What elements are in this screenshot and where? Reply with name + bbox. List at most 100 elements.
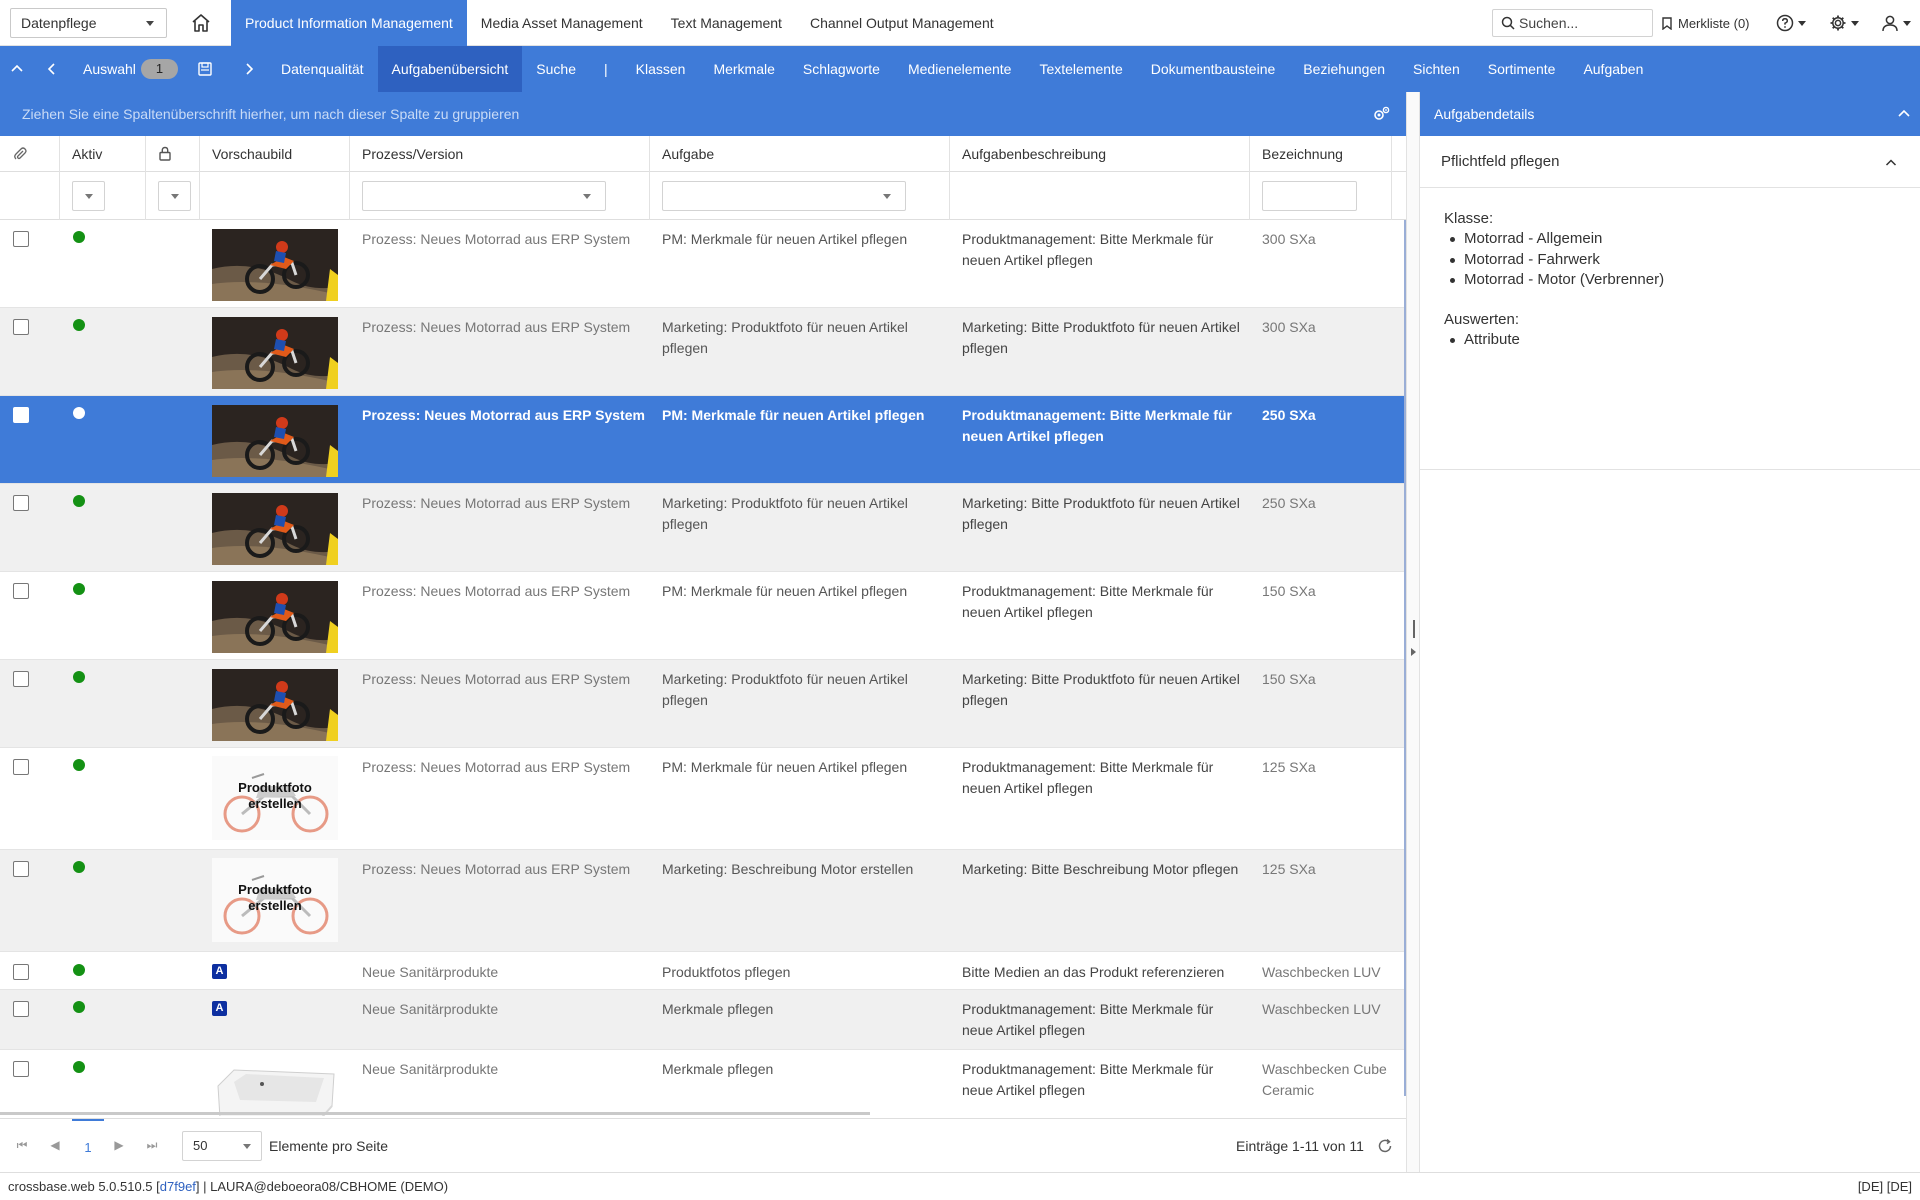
auswerten-list: Attribute (1444, 330, 1920, 351)
sub-nav-link[interactable]: Klassen (622, 46, 700, 92)
sub-nav-link[interactable]: Merkmale (699, 46, 788, 92)
details-section-header[interactable]: Pflichtfeld pflegen (1420, 136, 1920, 188)
row-checkbox[interactable] (13, 583, 29, 599)
current-page[interactable]: 1 (72, 1119, 104, 1173)
beschreibung-cell: Produktmanagement: Bitte Merkmale für ne… (962, 1001, 1214, 1038)
column-header-bezeichnung[interactable]: Bezeichnung (1250, 136, 1392, 172)
merkliste-button[interactable]: Merkliste (0) (1662, 13, 1750, 33)
refresh-icon[interactable] (1376, 1137, 1394, 1155)
prozess-filter-select[interactable] (362, 181, 606, 211)
prev-page-icon[interactable]: ◀ (45, 1135, 65, 1155)
row-checkbox[interactable] (13, 759, 29, 775)
sub-nav-link[interactable]: Schlagworte (789, 46, 894, 92)
column-header-vorschaubild[interactable]: Vorschaubild (200, 136, 350, 172)
table-row[interactable]: Neue Sanitärprodukte Merkmale pflegen Prod… (0, 1050, 1406, 1116)
horizontal-scrollbar[interactable] (0, 1112, 870, 1115)
sub-nav-link[interactable]: Dokumentbausteine (1137, 46, 1290, 92)
motorcycle-thumbnail[interactable] (212, 317, 338, 389)
table-row[interactable]: Produktfoto erstellen Prozess: Neues Motor… (0, 748, 1406, 850)
search-input[interactable] (1519, 13, 1649, 33)
photo-placeholder-thumbnail[interactable]: Produktfoto erstellen (212, 858, 338, 942)
collapse-up-icon[interactable] (8, 60, 26, 78)
sub-nav-link[interactable]: Datenqualität (267, 46, 378, 92)
save-icon[interactable] (196, 60, 214, 78)
sub-nav-link[interactable]: Medienelemente (894, 46, 1026, 92)
global-search[interactable] (1492, 9, 1653, 37)
user-menu-button[interactable] (1881, 12, 1911, 34)
module-tab[interactable]: Channel Output Management (796, 0, 1008, 46)
table-row[interactable]: Produktfoto erstellen Prozess: Neues Motor… (0, 850, 1406, 952)
group-drop-zone[interactable]: Ziehen Sie eine Spaltenüberschrift hierh… (0, 92, 1406, 136)
column-header-beschreibung[interactable]: Aufgabenbeschreibung (950, 136, 1250, 172)
row-checkbox[interactable] (13, 861, 29, 877)
details-panel-header[interactable]: Aufgabendetails (1420, 92, 1920, 136)
aufgabe-cell: Marketing: Produktfoto für neuen Artikel… (662, 319, 908, 356)
row-checkbox[interactable] (13, 231, 29, 247)
chevron-left-icon[interactable] (43, 60, 61, 78)
sub-nav-link[interactable]: Aufgaben (1569, 46, 1657, 92)
table-row[interactable]: Prozess: Neues Motorrad aus ERP System Ma… (0, 308, 1406, 396)
module-tab[interactable]: Media Asset Management (467, 0, 657, 46)
table-row[interactable]: A Neue Sanitärprodukte Produktfotos pflege… (0, 952, 1406, 990)
table-row[interactable]: Prozess: Neues Motorrad aus ERP System Ma… (0, 660, 1406, 748)
lock-filter-dropdown[interactable] (158, 181, 191, 211)
column-header-aktiv[interactable]: Aktiv (60, 136, 146, 172)
motorcycle-thumbnail[interactable] (212, 229, 338, 301)
attachment-column-header[interactable] (0, 136, 60, 172)
first-page-icon[interactable]: ⏮ (12, 1135, 32, 1155)
sub-nav-link[interactable]: Aufgabenübersicht (377, 46, 523, 92)
workspace-select[interactable]: Datenpflege (10, 8, 167, 38)
lock-column-header[interactable] (146, 136, 200, 172)
build-hash-link[interactable]: d7f9ef (160, 1179, 196, 1194)
chevron-up-icon[interactable] (1896, 106, 1912, 122)
aufgabe-filter-select[interactable] (662, 181, 906, 211)
row-checkbox[interactable] (13, 319, 29, 335)
sub-nav-link[interactable]: Sichten (1399, 46, 1474, 92)
aktiv-filter-dropdown[interactable] (72, 181, 105, 211)
row-checkbox[interactable] (13, 1061, 29, 1077)
motorcycle-thumbnail[interactable] (212, 581, 338, 653)
row-checkbox[interactable] (13, 964, 29, 980)
row-checkbox[interactable] (13, 671, 29, 687)
table-row[interactable]: A Neue Sanitärprodukte Merkmale pflegen Pro… (0, 990, 1406, 1050)
column-settings-icon[interactable] (1372, 106, 1390, 122)
auswahl-label[interactable]: Auswahl (83, 46, 136, 92)
splitter-grip[interactable] (1413, 620, 1415, 638)
row-checkbox[interactable] (13, 495, 29, 511)
home-button[interactable] (190, 12, 212, 34)
sub-nav-link[interactable]: Suche (522, 46, 590, 92)
table-row[interactable]: Prozess: Neues Motorrad aus ERP System PM… (0, 396, 1406, 484)
language-indicator[interactable]: [DE] [DE] (1858, 1173, 1912, 1200)
page-size-select[interactable]: 50 (182, 1131, 262, 1161)
placeholder-caption-line: erstellen (248, 796, 302, 811)
help-menu-button[interactable] (1776, 12, 1806, 34)
motorcycle-thumbnail[interactable] (212, 493, 338, 565)
grid-body: Prozess: Neues Motorrad aus ERP System PM… (0, 220, 1406, 1116)
sink-thumbnail[interactable] (212, 1058, 338, 1116)
row-checkbox[interactable] (13, 1001, 29, 1017)
page-size-value: 50 (193, 1138, 208, 1153)
table-row[interactable]: Prozess: Neues Motorrad aus ERP System Ma… (0, 484, 1406, 572)
motorcycle-thumbnail[interactable] (212, 405, 338, 477)
table-row[interactable]: Prozess: Neues Motorrad aus ERP System PM… (0, 572, 1406, 660)
last-page-icon[interactable]: ⏭ (142, 1135, 162, 1155)
motorcycle-thumbnail[interactable] (212, 669, 338, 741)
photo-placeholder-thumbnail[interactable]: Produktfoto erstellen (212, 756, 338, 840)
settings-menu-button[interactable] (1829, 12, 1859, 34)
sub-nav-link[interactable]: Textelemente (1025, 46, 1136, 92)
prozess-cell: Prozess: Neues Motorrad aus ERP System (362, 407, 645, 423)
collapse-right-icon[interactable] (1411, 648, 1416, 656)
table-row[interactable]: Prozess: Neues Motorrad aus ERP System PM… (0, 220, 1406, 308)
panel-splitter[interactable] (1406, 92, 1420, 1172)
column-header-aufgabe[interactable]: Aufgabe (650, 136, 950, 172)
sub-nav-link[interactable]: Sortimente (1474, 46, 1570, 92)
bezeichnung-filter-input[interactable] (1262, 181, 1357, 211)
chevron-right-icon[interactable] (240, 60, 258, 78)
next-page-icon[interactable]: ▶ (109, 1135, 129, 1155)
row-checkbox[interactable] (13, 407, 29, 423)
chevron-up-icon[interactable] (1884, 156, 1898, 170)
module-tab[interactable]: Product Information Management (231, 0, 467, 46)
module-tab[interactable]: Text Management (657, 0, 796, 46)
column-header-prozess[interactable]: Prozess/Version (350, 136, 650, 172)
sub-nav-link[interactable]: Beziehungen (1289, 46, 1399, 92)
